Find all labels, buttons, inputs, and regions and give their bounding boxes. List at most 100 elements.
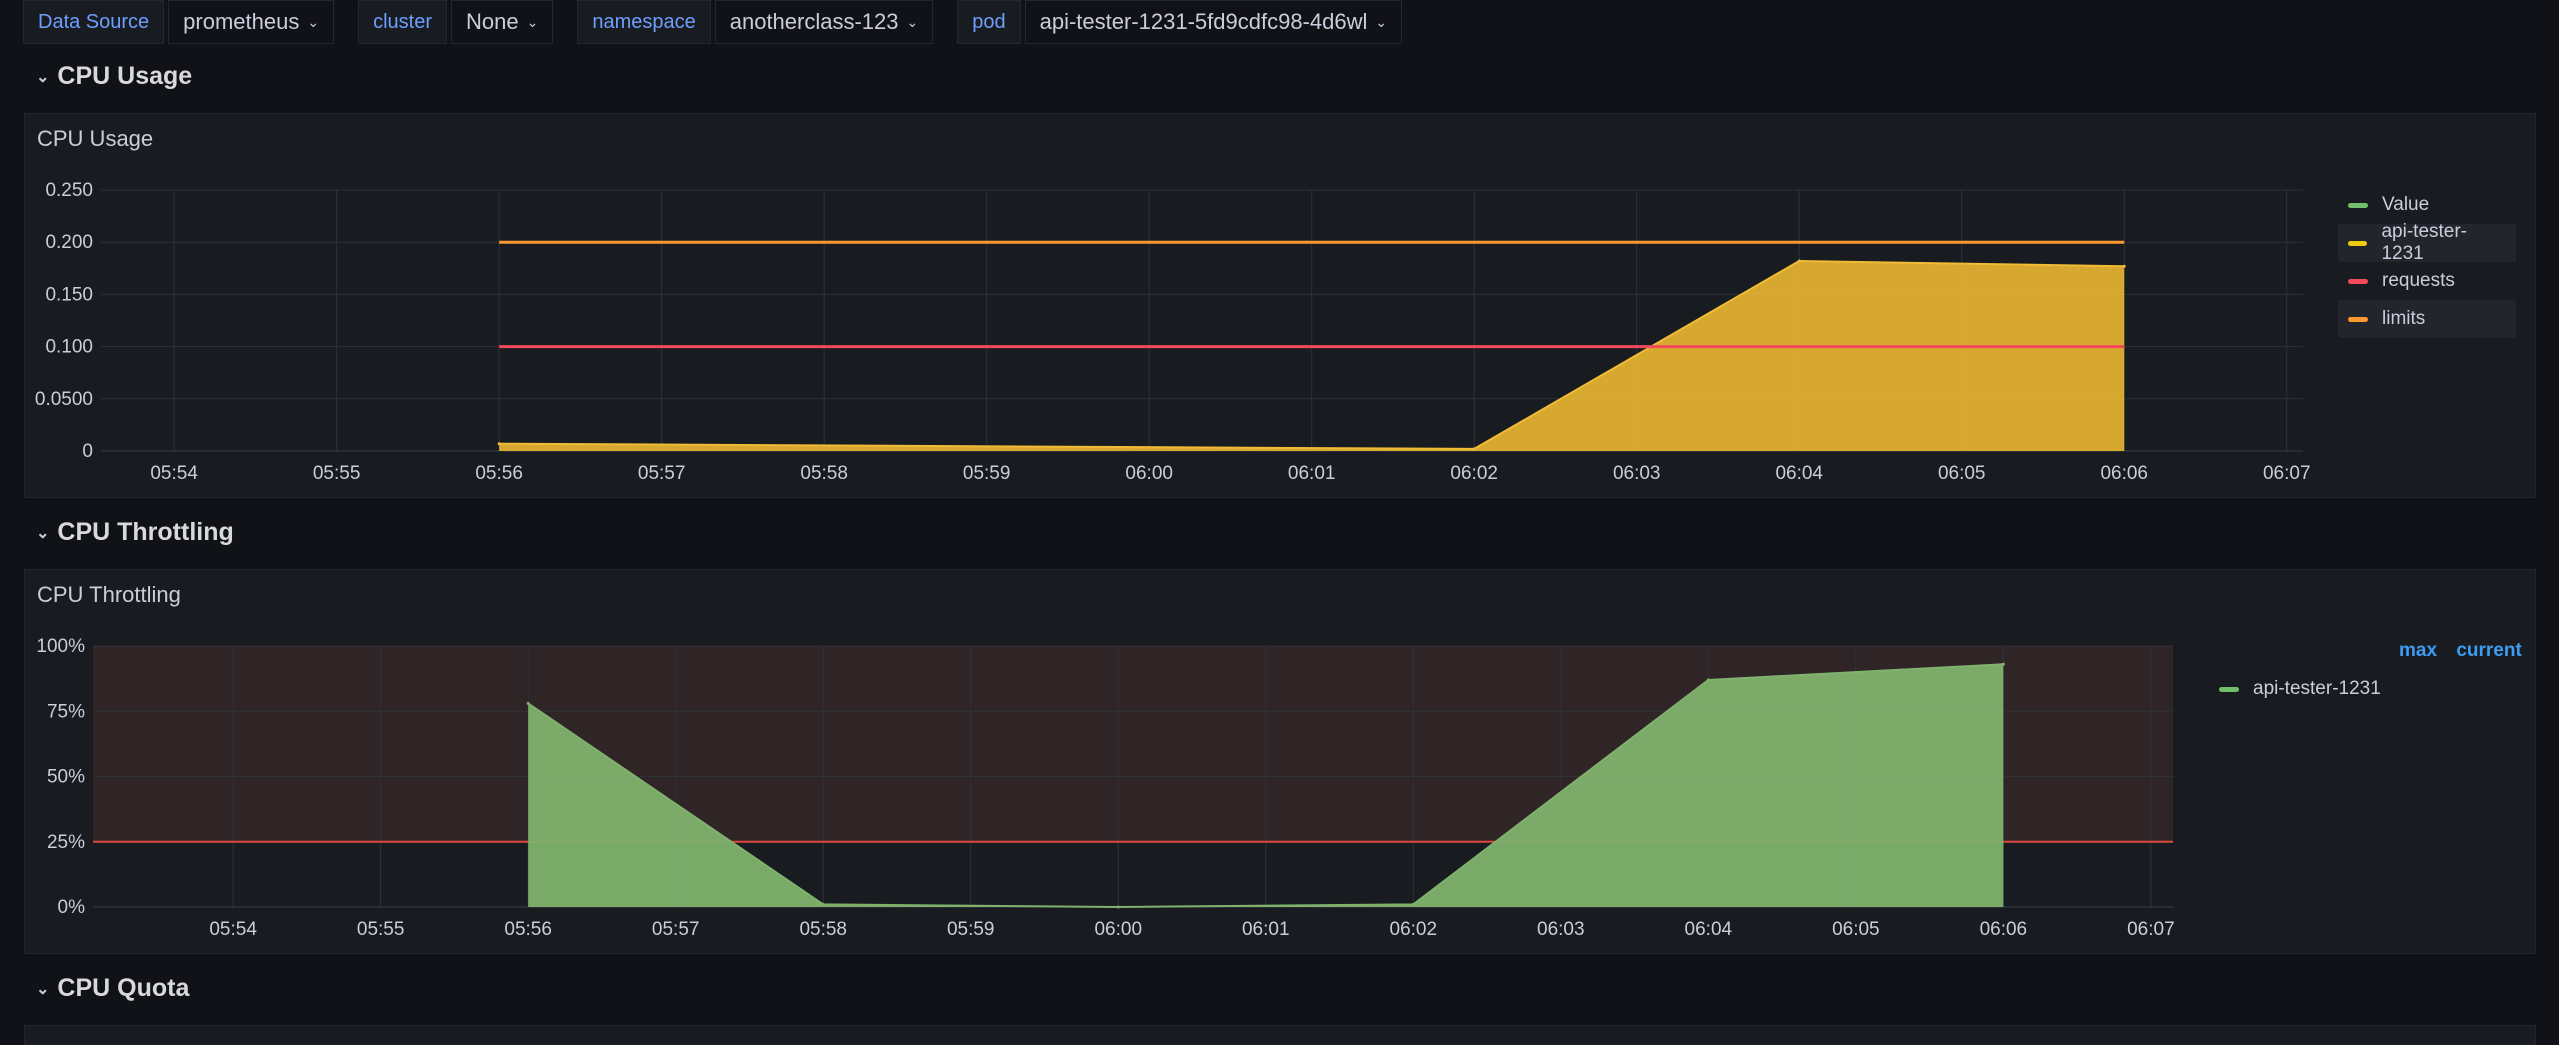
legend-item-api-tester[interactable]: api-tester-1231: [2209, 670, 2391, 708]
variable-label: namespace: [577, 0, 711, 44]
row-cpu-throttling[interactable]: ⌄ CPU Throttling: [36, 518, 234, 547]
data-point: [821, 902, 825, 906]
legend-header-current[interactable]: current: [2456, 640, 2521, 661]
variable-cluster: cluster None ⌄: [358, 0, 554, 44]
legend: Value api-tester-1231 requests limits: [2338, 186, 2516, 338]
x-tick-label: 05:57: [652, 919, 700, 940]
y-tick-label: 100%: [36, 636, 85, 657]
x-tick-label: 05:58: [800, 463, 848, 484]
variable-value: api-tester-1231-5fd9cdfc98-4d6wl: [1039, 9, 1368, 34]
x-tick-label: 06:06: [1980, 919, 2028, 940]
x-tick-label: 05:55: [313, 463, 361, 484]
x-tick-label: 05:54: [150, 463, 198, 484]
x-tick-label: 06:05: [1938, 463, 1986, 484]
y-tick-label: 0.250: [45, 180, 93, 201]
data-point: [1411, 902, 1415, 906]
x-tick-label: 06:02: [1390, 919, 1438, 940]
namespace-select[interactable]: anotherclass-123 ⌄: [714, 0, 934, 44]
x-tick-label: 05:58: [799, 919, 847, 940]
legend-swatch: [2348, 316, 2368, 322]
variable-label: pod: [957, 0, 1021, 44]
row-title-label: CPU Throttling: [57, 518, 234, 546]
data-point: [497, 442, 501, 446]
legend-label: limits: [2382, 308, 2426, 329]
y-tick-label: 25%: [47, 832, 85, 853]
y-tick-label: 75%: [47, 701, 85, 722]
panel-cpu-usage: CPU Usage 0.250 0.200 0.150 0.100 0.0500 0 05:…: [24, 113, 2536, 498]
legend-item-limits[interactable]: limits: [2338, 300, 2516, 338]
datasource-select[interactable]: prometheus ⌄: [168, 0, 335, 44]
data-point: [1116, 905, 1120, 909]
row-cpu-quota[interactable]: ⌄ CPU Quota: [36, 974, 189, 1003]
row-title-label: CPU Usage: [57, 62, 193, 90]
cpu-usage-graph[interactable]: 0.250 0.200 0.150 0.100 0.0500 0 05:54 05:55 05:…: [25, 114, 2325, 499]
chevron-down-icon: ⌄: [36, 68, 50, 86]
row-cpu-usage[interactable]: ⌄ CPU Usage: [36, 62, 192, 91]
chevron-down-icon: ⌄: [906, 13, 919, 30]
y-tick-label: 0.150: [45, 284, 93, 305]
cluster-select[interactable]: None ⌄: [451, 0, 554, 44]
x-tick-label: 06:02: [1450, 463, 1498, 484]
x-tick-label: 06:03: [1613, 463, 1661, 484]
x-tick-label: 05:55: [357, 919, 405, 940]
cpu-throttling-graph[interactable]: 100% 75% 50% 25% 0% 05:54 05:55 05:56 05:57 05:58…: [25, 570, 2225, 955]
legend: api-tester-1231: [2209, 670, 2391, 708]
row-title-label: CPU Quota: [57, 974, 190, 1002]
data-point: [1706, 678, 1710, 682]
legend-swatch: [2348, 240, 2368, 246]
y-tick-label: 0.100: [45, 337, 93, 358]
legend-label: api-tester-1231: [2253, 678, 2381, 699]
legend-header-max[interactable]: max: [2399, 640, 2437, 661]
legend-swatch: [2348, 278, 2368, 284]
variable-value: anotherclass-123: [729, 9, 899, 34]
chevron-down-icon: ⌄: [526, 13, 539, 30]
panel-cpu-quota: [24, 1025, 2536, 1045]
chevron-down-icon: ⌄: [1375, 13, 1388, 30]
x-tick-label: 06:01: [1288, 463, 1336, 484]
x-tick-label: 06:07: [2127, 919, 2175, 940]
variable-pod: pod api-tester-1231-5fd9cdfc98-4d6wl ⌄: [957, 0, 1403, 44]
data-point: [1472, 447, 1476, 451]
x-tick-label: 05:59: [947, 919, 995, 940]
y-tick-label: 50%: [47, 767, 85, 788]
template-variables-bar: Data Source prometheus ⌄ cluster None ⌄ …: [23, 0, 1426, 46]
x-tick-label: 05:59: [963, 463, 1011, 484]
data-point: [2122, 264, 2126, 268]
x-tick-label: 05:54: [209, 919, 257, 940]
y-tick-label: 0%: [58, 897, 86, 918]
legend-header: max current: [2385, 640, 2522, 662]
legend-item-api-tester[interactable]: api-tester-1231: [2338, 221, 2516, 264]
variable-label: Data Source: [23, 0, 165, 44]
x-tick-label: 05:57: [638, 463, 686, 484]
chevron-down-icon: ⌄: [36, 980, 50, 998]
chevron-down-icon: ⌄: [36, 524, 50, 542]
x-tick-label: 06:05: [1832, 919, 1880, 940]
data-point: [526, 701, 530, 705]
y-tick-label: 0.0500: [35, 389, 93, 410]
y-tick-label: 0: [82, 441, 93, 462]
variable-value: prometheus: [183, 9, 300, 34]
x-tick-label: 06:01: [1242, 919, 1290, 940]
x-tick-label: 06:00: [1125, 463, 1173, 484]
legend-item-requests[interactable]: requests: [2338, 262, 2516, 300]
pod-select[interactable]: api-tester-1231-5fd9cdfc98-4d6wl ⌄: [1024, 0, 1403, 44]
variable-label: cluster: [358, 0, 447, 44]
legend-swatch: [2348, 202, 2368, 208]
x-tick-label: 06:04: [1775, 463, 1823, 484]
x-tick-label: 05:56: [504, 919, 552, 940]
legend-label: requests: [2382, 270, 2455, 291]
x-tick-label: 06:07: [2263, 463, 2311, 484]
legend-swatch: [2219, 686, 2239, 692]
x-tick-label: 05:56: [475, 463, 523, 484]
legend-item-value[interactable]: Value: [2338, 186, 2516, 224]
variable-value: None: [466, 9, 519, 34]
chevron-down-icon: ⌄: [307, 13, 320, 30]
x-tick-label: 06:04: [1685, 919, 1733, 940]
x-tick-label: 06:00: [1094, 919, 1142, 940]
x-tick-label: 06:03: [1537, 919, 1585, 940]
panel-cpu-throttling: CPU Throttling 100% 75% 50% 25% 0% 05:54 05:55…: [24, 569, 2536, 954]
legend-label: Value: [2382, 194, 2430, 215]
legend-label: api-tester-1231: [2381, 221, 2468, 264]
x-tick-label: 06:06: [2100, 463, 2148, 484]
data-point: [2001, 662, 2005, 666]
